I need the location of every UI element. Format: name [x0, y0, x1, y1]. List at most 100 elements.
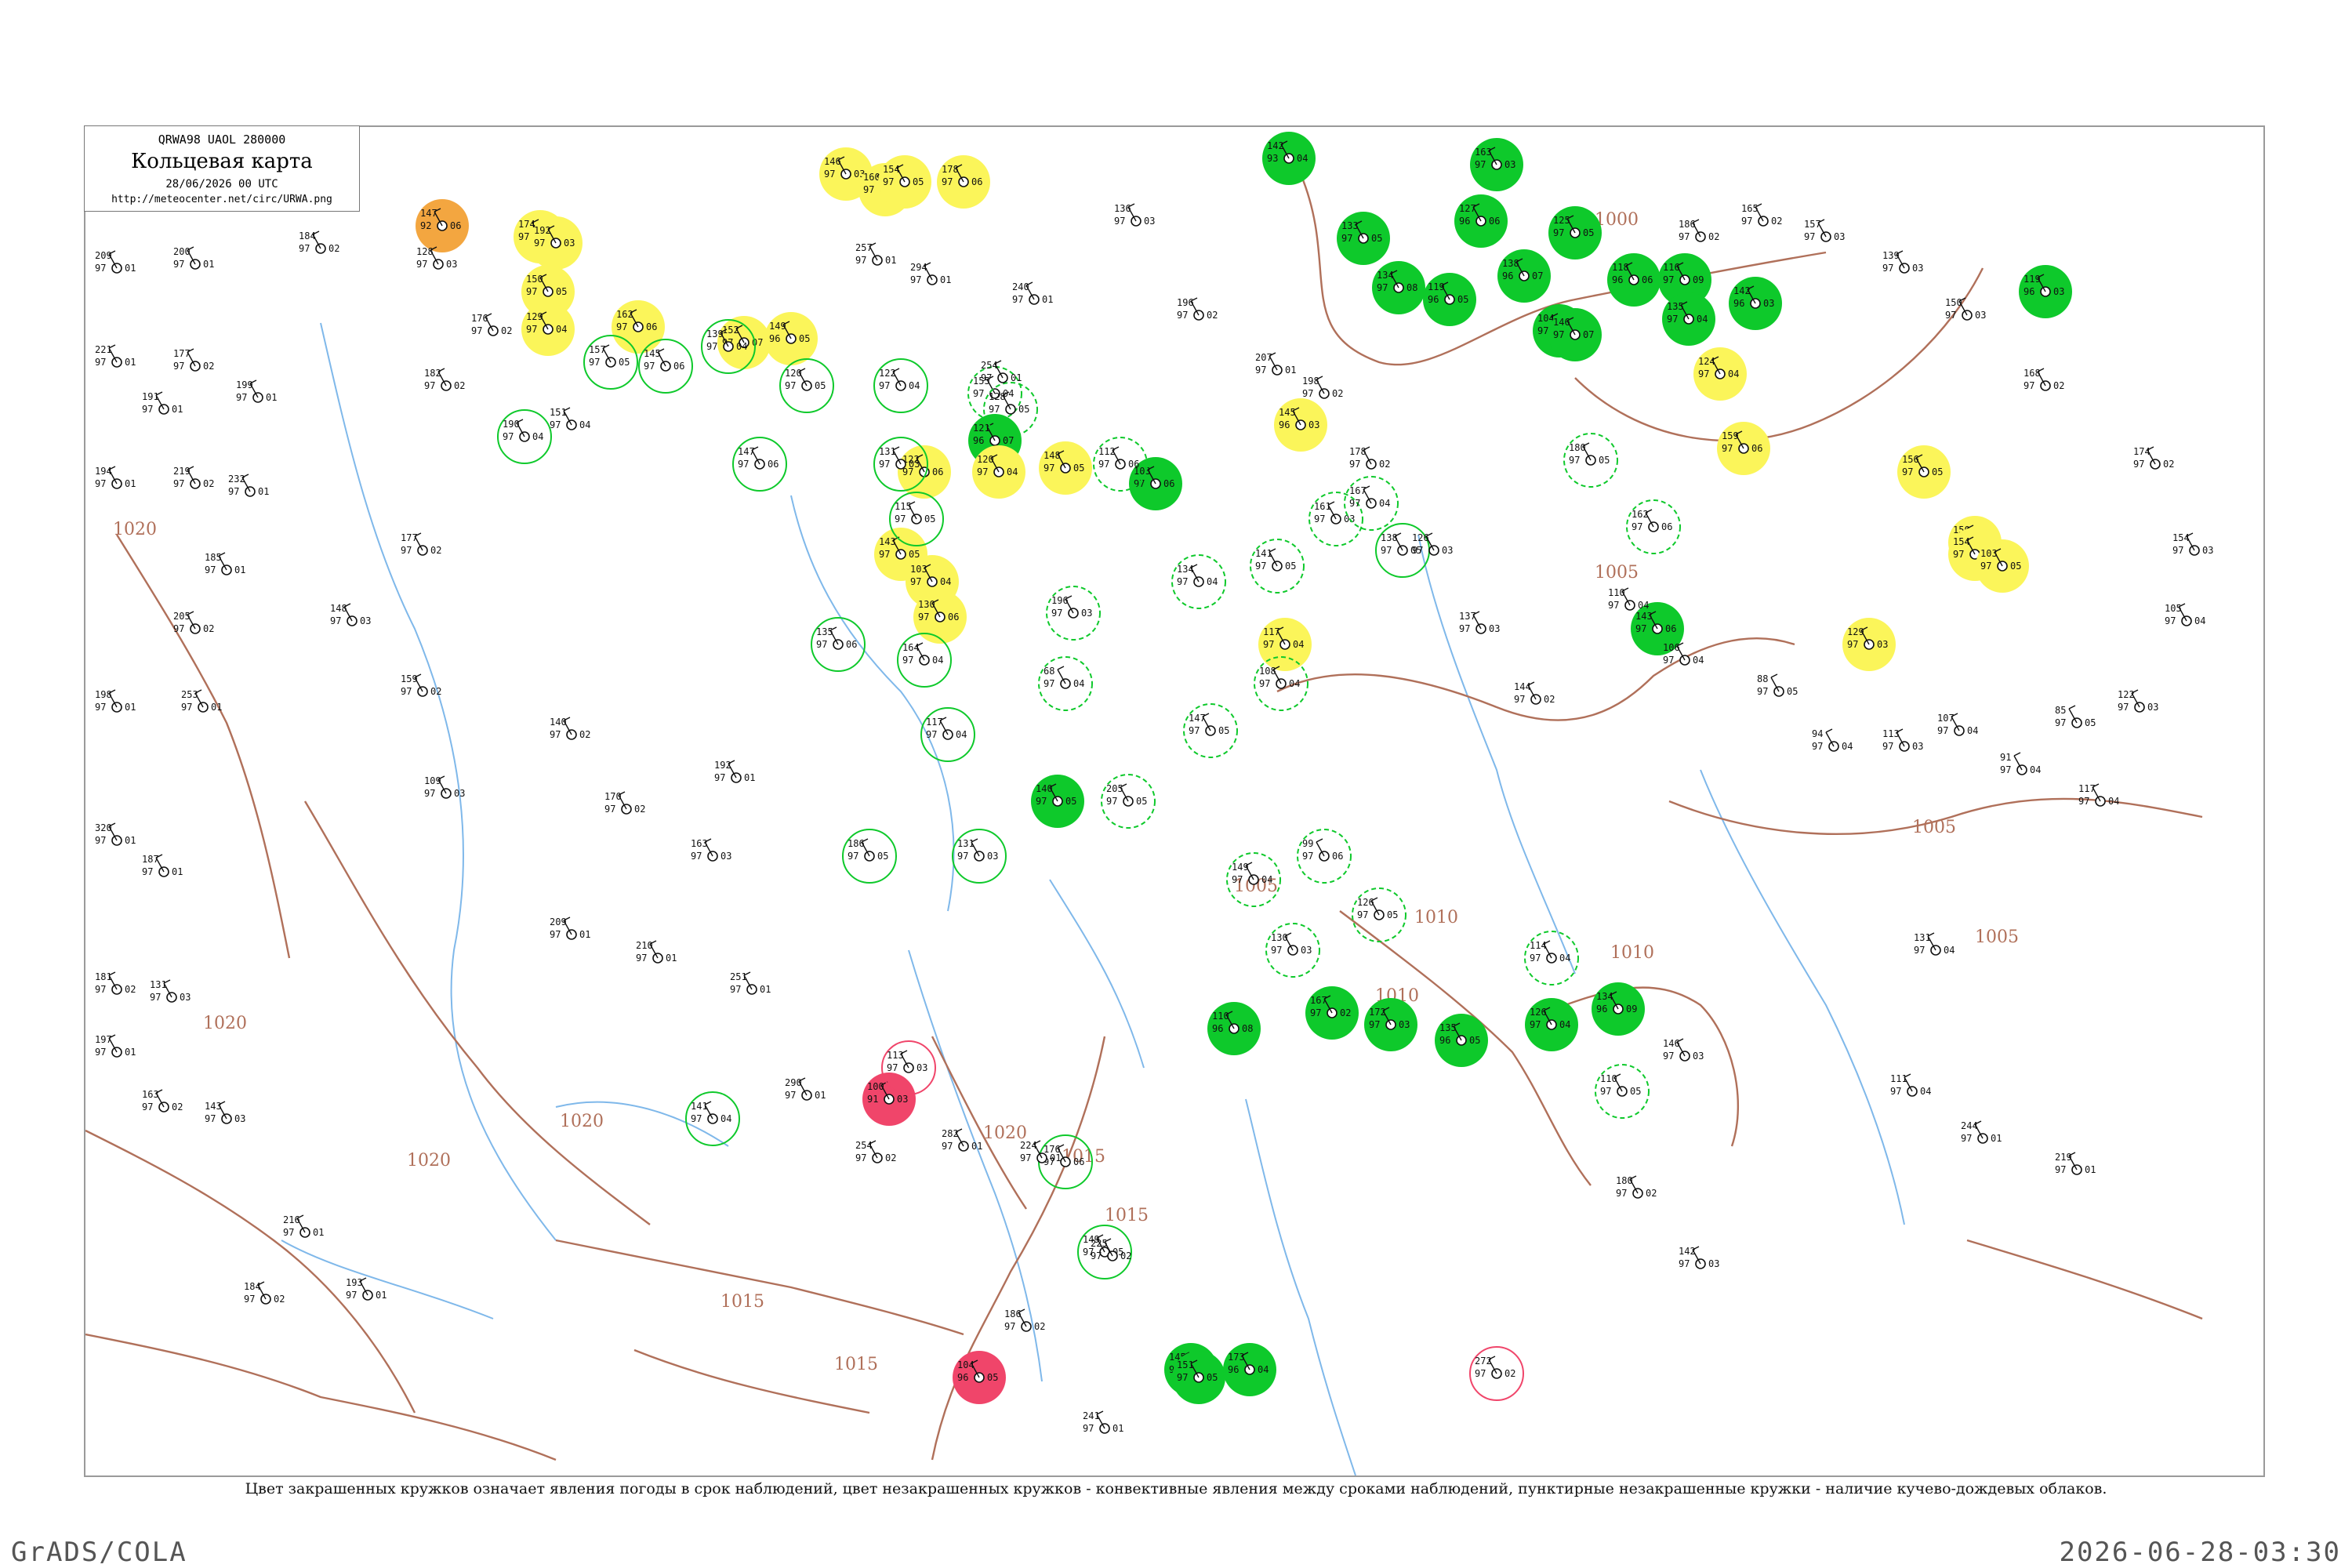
station-plain[interactable]: 210 97 01 — [636, 940, 677, 964]
station-plain[interactable]: 174 97 02 — [2133, 446, 2174, 470]
station-filled-green[interactable]: 135 96 05 — [1435, 1014, 1488, 1067]
station-plain[interactable]: 178 97 02 — [1349, 446, 1390, 470]
station-filled-yellow[interactable]: 129 97 03 — [1842, 618, 1896, 671]
station-filled-yellow[interactable]: 14596 03 — [1274, 398, 1327, 452]
station-open-green[interactable]: 12097 05 — [779, 358, 834, 413]
station-plain[interactable]: 10597 04 — [2165, 603, 2205, 626]
station-plain[interactable]: 21997 01 — [2055, 1152, 2096, 1175]
station-plain[interactable]: 14397 03 — [205, 1101, 245, 1124]
station-plain[interactable]: 21997 02 — [173, 466, 214, 489]
source-url[interactable]: http://meteocenter.net/circ/URWA.png — [85, 194, 359, 205]
station-filled-green[interactable]: 17297 03 — [1364, 998, 1417, 1051]
station-open-green[interactable]: 11797 04 — [920, 707, 975, 762]
station-open-green[interactable]: 14197 04 — [685, 1091, 740, 1146]
station-plain[interactable]: 244 97 01 — [1961, 1120, 2002, 1144]
station-plain[interactable]: 18797 01 — [142, 854, 183, 877]
station-filled-yellow[interactable]: 117 97 04 — [1258, 618, 1312, 671]
station-filled-green[interactable]: 16797 02 — [1305, 986, 1359, 1040]
station-filled-green[interactable]: 11896 06 — [1607, 253, 1661, 307]
station-plain[interactable]: 16897 02 — [2024, 368, 2064, 391]
station-open-green[interactable]: 17697 06 — [1038, 1134, 1093, 1189]
station-plain[interactable]: 19897 02 — [1302, 376, 1343, 399]
station-plain[interactable]: 126 97 03 — [1412, 532, 1453, 556]
station-filled-green[interactable]: 119 96 05 — [1423, 273, 1476, 326]
station-open-dashed[interactable]: 14797 05 — [1183, 703, 1238, 758]
station-plain[interactable]: 23297 01 — [228, 474, 269, 497]
station-open-green[interactable]: 164 97 04 — [897, 633, 952, 688]
station-filled-orange[interactable]: 14792 06 — [416, 199, 469, 252]
station-plain[interactable]: 251 97 01 — [730, 971, 771, 995]
station-open-dashed[interactable]: 205 97 05 — [1101, 774, 1156, 829]
station-plain[interactable]: 184 97 02 — [244, 1281, 285, 1305]
station-open-green[interactable]: 12297 04 — [873, 358, 928, 413]
station-plain[interactable]: 19497 01 — [95, 466, 136, 489]
station-open-dashed[interactable]: 14997 04 — [1226, 852, 1281, 907]
station-plain[interactable]: 177 97 02 — [173, 348, 214, 372]
station-plain[interactable]: 320 97 01 — [95, 822, 136, 846]
station-filled-yellow[interactable]: 16297 06 — [612, 300, 665, 354]
station-plain[interactable]: 18597 01 — [205, 552, 245, 575]
station-plain[interactable]: 13797 03 — [1459, 611, 1500, 634]
station-filled-green[interactable]: 127 96 06 — [1454, 194, 1508, 248]
station-plain[interactable]: 8597 05 — [2055, 705, 2096, 728]
station-open-dashed[interactable]: 130 97 03 — [1265, 923, 1320, 978]
station-open-green[interactable]: 186 97 05 — [842, 829, 897, 884]
station-plain[interactable]: 14097 02 — [550, 717, 590, 740]
station-plain[interactable]: 18297 02 — [424, 368, 465, 391]
station-plain[interactable]: 221 97 01 — [95, 344, 136, 368]
station-plain[interactable]: 199 97 01 — [236, 379, 277, 403]
station-open-green[interactable]: 131 97 03 — [952, 829, 1007, 884]
station-plain[interactable]: 14297 03 — [1679, 1246, 1719, 1269]
station-filled-green[interactable]: 12697 04 — [1525, 998, 1578, 1051]
station-plain[interactable]: 19297 01 — [714, 760, 755, 783]
station-open-dashed[interactable]: 110 97 05 — [1595, 1064, 1650, 1119]
station-filled-green[interactable]: 142 96 03 — [1729, 277, 1782, 330]
station-open-green[interactable]: 135 97 06 — [811, 617, 866, 672]
station-plain[interactable]: 184 97 02 — [299, 230, 339, 254]
station-plain[interactable]: 20597 02 — [173, 611, 214, 634]
station-open-green[interactable]: 157 97 05 — [583, 335, 638, 390]
station-plain[interactable]: 216 97 01 — [283, 1214, 324, 1238]
station-plain[interactable]: 191 97 01 — [142, 391, 183, 415]
station-plain[interactable]: 240 97 01 — [1012, 281, 1053, 305]
station-filled-yellow[interactable]: 148 97 05 — [1039, 441, 1092, 495]
station-plain[interactable]: 196 97 02 — [1177, 297, 1218, 321]
station-filled-yellow[interactable]: 17897 06 — [937, 155, 990, 209]
station-filled-green[interactable]: 140 97 05 — [1031, 775, 1084, 828]
station-open-green[interactable]: 19097 04 — [497, 409, 552, 464]
station-plain[interactable]: 163 97 02 — [142, 1089, 183, 1112]
station-plain[interactable]: 25497 01 — [981, 360, 1022, 383]
station-filled-yellow[interactable]: 103 97 05 — [1976, 539, 2029, 593]
station-plain[interactable]: 9197 04 — [2000, 752, 2041, 775]
station-open-dashed[interactable]: 16297 06 — [1626, 499, 1681, 554]
station-plain[interactable]: 18697 02 — [1679, 219, 1719, 242]
station-plain[interactable]: 94 97 04 — [1812, 728, 1853, 752]
station-plain[interactable]: 14897 03 — [330, 603, 371, 626]
station-filled-green[interactable]: 14697 07 — [1548, 308, 1602, 361]
station-plain[interactable]: 209 97 01 — [550, 916, 590, 940]
station-open-green[interactable]: 147 97 06 — [732, 437, 787, 492]
station-filled-green[interactable]: 151 97 05 — [1172, 1351, 1225, 1404]
station-filled-red[interactable]: 100 91 03 — [862, 1073, 916, 1126]
station-filled-green[interactable]: 134 96 09 — [1592, 982, 1645, 1036]
station-plain[interactable]: 122 97 03 — [2118, 689, 2158, 713]
station-filled-green[interactable]: 16397 03 — [1470, 138, 1523, 191]
station-filled-green[interactable]: 142 93 04 — [1262, 132, 1316, 185]
station-plain[interactable]: 257 97 01 — [855, 242, 896, 266]
station-plain[interactable]: 181 97 02 — [95, 971, 136, 995]
station-plain[interactable]: 197 97 01 — [95, 1034, 136, 1058]
station-open-dashed[interactable]: 99 97 06 — [1297, 829, 1352, 884]
station-plain[interactable]: 180 97 02 — [1616, 1175, 1657, 1199]
station-plain[interactable]: 131 97 03 — [150, 979, 191, 1003]
station-filled-green[interactable]: 11096 08 — [1207, 1002, 1261, 1055]
station-open-dashed[interactable]: 141 97 05 — [1250, 539, 1305, 593]
station-filled-green[interactable]: 11996 03 — [2019, 265, 2072, 318]
station-filled-green[interactable]: 13497 08 — [1372, 261, 1425, 314]
station-plain[interactable]: 165 97 02 — [1741, 203, 1782, 227]
station-filled-yellow[interactable]: 159 97 06 — [1717, 422, 1770, 475]
station-filled-yellow[interactable]: 12097 04 — [972, 445, 1025, 499]
station-filled-green[interactable]: 135 97 04 — [1662, 292, 1715, 346]
station-plain[interactable]: 290 97 01 — [785, 1077, 826, 1101]
station-plain[interactable]: 241 97 01 — [1083, 1410, 1123, 1434]
station-filled-yellow[interactable]: 192 97 03 — [529, 216, 583, 270]
